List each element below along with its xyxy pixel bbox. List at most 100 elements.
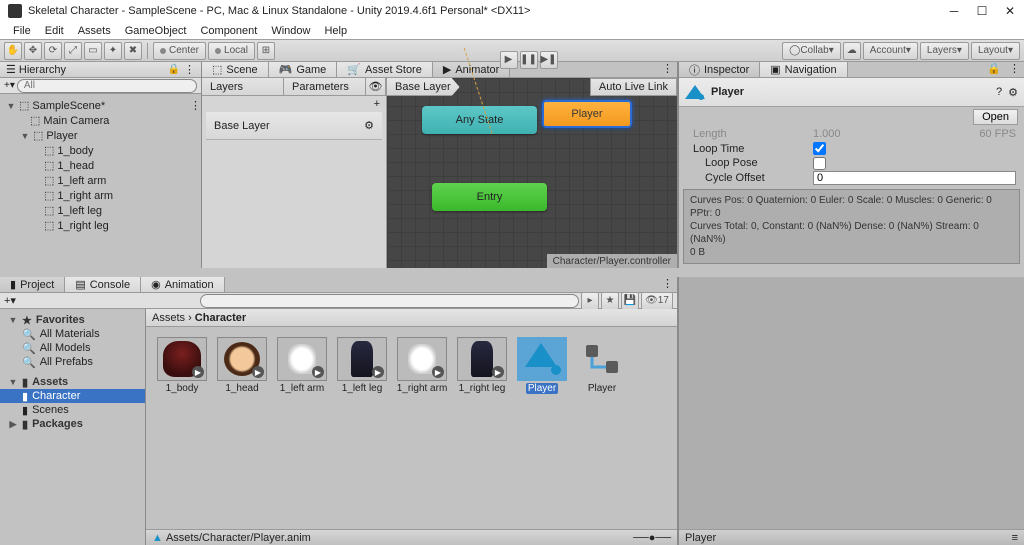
create-asset-dropdown[interactable]: +▾	[4, 294, 16, 307]
hierarchy-search-input[interactable]	[17, 79, 197, 93]
hierarchy-item-player[interactable]: Player	[46, 130, 77, 142]
menu-help[interactable]: Help	[317, 25, 354, 37]
play-button[interactable]: ▶	[500, 51, 518, 69]
packages-folder[interactable]: ▶▮ Packages	[0, 417, 145, 431]
gear-icon[interactable]: ⚙	[1008, 86, 1018, 99]
hierarchy-lock-icon[interactable]: 🔒	[168, 64, 180, 75]
asset-right-arm[interactable]: ▶	[397, 337, 447, 381]
asset-player-controller[interactable]	[577, 337, 627, 381]
tab-navigation[interactable]: ▣ Navigation	[760, 62, 847, 77]
folder-scenes[interactable]: ▮ Scenes	[0, 403, 145, 417]
transform-tool-icon[interactable]: ✦	[104, 42, 122, 60]
create-dropdown[interactable]: +▾	[4, 80, 15, 91]
hierarchy-item-left-arm[interactable]: 1_left arm	[57, 175, 106, 187]
hierarchy-item-left-leg[interactable]: 1_left leg	[57, 205, 102, 217]
animator-graph[interactable]: Base Layer Auto Live Link Any State Play…	[387, 78, 677, 268]
pivot-center-button[interactable]: Center	[153, 42, 206, 60]
any-state-node[interactable]: Any State	[422, 106, 537, 134]
tab-inspector[interactable]: ⓘ Inspector	[679, 62, 760, 77]
help-icon[interactable]: ?	[996, 86, 1002, 98]
animator-layers-tab[interactable]: Layers	[202, 78, 284, 95]
pivot-local-button[interactable]: Local	[208, 42, 255, 60]
menu-gameobject[interactable]: GameObject	[118, 25, 194, 37]
inspector-menu-icon[interactable]: ⋮	[1005, 62, 1024, 77]
tab-console[interactable]: ▤ Console	[65, 277, 141, 292]
open-button[interactable]: Open	[973, 109, 1018, 125]
layers-button[interactable]: Layers ▾	[920, 42, 969, 60]
scale-tool-icon[interactable]: ⤢	[64, 42, 82, 60]
rotate-tool-icon[interactable]: ⟳	[44, 42, 62, 60]
rect-tool-icon[interactable]: ▭	[84, 42, 102, 60]
tab-scene[interactable]: ⬚ Scene	[202, 62, 269, 77]
player-node[interactable]: Player	[542, 100, 632, 128]
thumbnail-size-slider[interactable]: ──●──	[633, 532, 671, 544]
loop-time-checkbox[interactable]	[813, 142, 826, 155]
maximize-button[interactable]: ☐	[968, 0, 996, 22]
hierarchy-item-body[interactable]: 1_body	[57, 145, 93, 157]
pause-button[interactable]: ❚❚	[520, 51, 538, 69]
assets-folder[interactable]: ▼▮ Assets	[0, 375, 145, 389]
cloud-icon[interactable]: ☁	[843, 42, 861, 60]
tab-project[interactable]: ▮ Project	[0, 277, 65, 292]
sample-scene-row[interactable]: SampleScene*	[32, 100, 105, 112]
fav-all-materials[interactable]: 🔍 All Materials	[0, 327, 145, 341]
fav-all-prefabs[interactable]: 🔍 All Prefabs	[0, 355, 145, 369]
tab-game[interactable]: 🎮 Game	[269, 62, 338, 77]
inspector-lock-icon[interactable]: 🔒	[983, 62, 1005, 77]
folder-character[interactable]: ▮ Character	[0, 389, 145, 403]
menu-window[interactable]: Window	[264, 25, 317, 37]
gameobject-icon: ⬚	[44, 144, 54, 157]
project-breadcrumb[interactable]: Assets › Character	[146, 309, 677, 327]
asset-head[interactable]: ▶	[217, 337, 267, 381]
save-search-icon[interactable]: 💾	[621, 292, 639, 310]
scene-menu-icon[interactable]: ⋮	[190, 99, 201, 112]
hierarchy-menu-icon[interactable]: ⋮	[184, 63, 195, 76]
eye-icon[interactable]: 👁	[366, 78, 386, 95]
menu-edit[interactable]: Edit	[38, 25, 71, 37]
step-button[interactable]: ▶❚	[540, 51, 558, 69]
tab-animation[interactable]: ◉ Animation	[141, 277, 225, 292]
close-button[interactable]: ✕	[996, 0, 1024, 22]
menu-assets[interactable]: Assets	[71, 25, 118, 37]
menu-file[interactable]: File	[6, 25, 38, 37]
account-button[interactable]: Account ▾	[863, 42, 918, 60]
menu-component[interactable]: Component	[193, 25, 264, 37]
entry-node[interactable]: Entry	[432, 183, 547, 211]
preview-menu-icon[interactable]: ≡	[1012, 532, 1018, 544]
tab-asset-store[interactable]: 🛒 Asset Store	[337, 62, 433, 77]
cycle-offset-field[interactable]	[813, 171, 1016, 185]
filter-by-type-icon[interactable]: ▸	[581, 292, 599, 310]
loop-pose-checkbox[interactable]	[813, 157, 826, 170]
asset-left-leg[interactable]: ▶	[337, 337, 387, 381]
preview-title: Player	[685, 532, 716, 544]
hand-tool-icon[interactable]: ✋	[4, 42, 22, 60]
menu-bar: File Edit Assets GameObject Component Wi…	[0, 22, 1024, 40]
fav-all-models[interactable]: 🔍 All Models	[0, 341, 145, 355]
snap-button[interactable]: ⊞	[257, 42, 275, 60]
layout-button[interactable]: Layout ▾	[971, 42, 1020, 60]
add-layer-icon[interactable]: +	[374, 98, 380, 110]
unity-icon	[8, 4, 22, 18]
asset-right-leg[interactable]: ▶	[457, 337, 507, 381]
asset-left-arm[interactable]: ▶	[277, 337, 327, 381]
hierarchy-item-right-arm[interactable]: 1_right arm	[57, 190, 113, 202]
filter-by-label-icon[interactable]: ★	[601, 292, 619, 310]
asset-body[interactable]: ▶	[157, 337, 207, 381]
asset-player-anim[interactable]	[517, 337, 567, 381]
hidden-count[interactable]: 👁17	[641, 292, 673, 310]
base-layer-row[interactable]: Base Layer ⚙	[206, 112, 382, 140]
project-menu-icon[interactable]: ⋮	[658, 277, 677, 292]
minimize-button[interactable]: ─	[940, 0, 968, 22]
hierarchy-item-right-leg[interactable]: 1_right leg	[57, 220, 108, 232]
move-tool-icon[interactable]: ✥	[24, 42, 42, 60]
favorites-header[interactable]: ▼★ Favorites	[0, 313, 145, 327]
custom-tool-icon[interactable]: ✖	[124, 42, 142, 60]
hierarchy-item-main-camera[interactable]: Main Camera	[43, 115, 109, 127]
animator-params-tab[interactable]: Parameters	[284, 78, 366, 95]
project-search-input[interactable]	[200, 294, 579, 308]
hierarchy-item-head[interactable]: 1_head	[57, 160, 94, 172]
hierarchy-tab[interactable]: ☰ Hierarchy	[6, 63, 66, 76]
gear-icon[interactable]: ⚙	[364, 119, 374, 132]
tab-menu-icon[interactable]: ⋮	[658, 62, 677, 77]
collab-button[interactable]: ◯ Collab ▾	[782, 42, 841, 60]
